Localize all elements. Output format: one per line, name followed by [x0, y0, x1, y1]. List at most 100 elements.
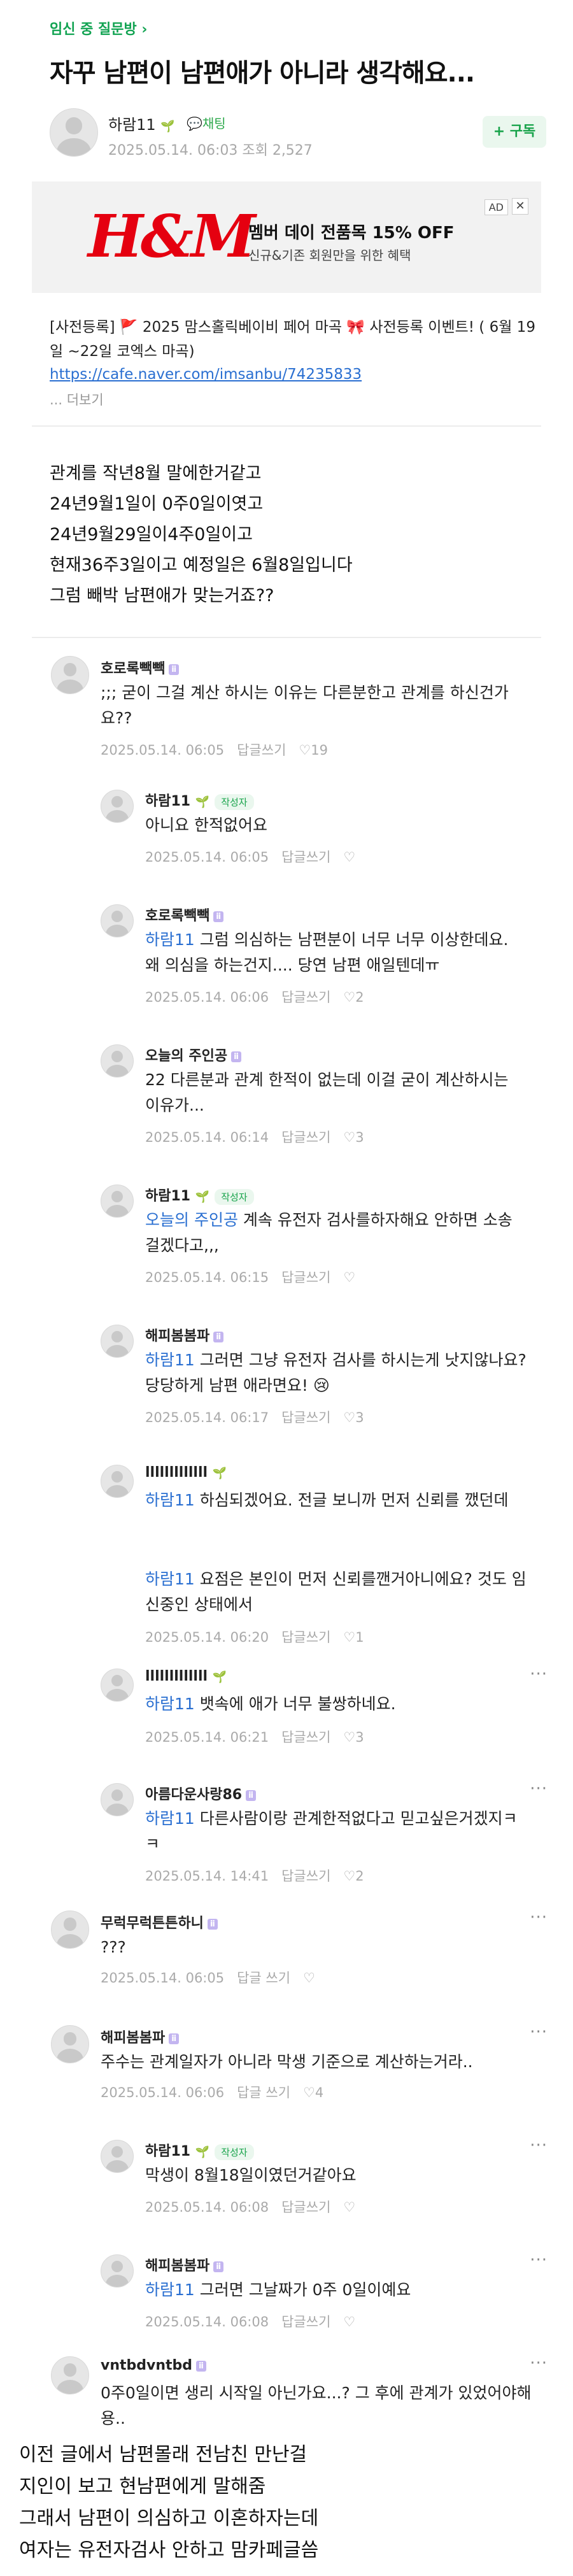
comment-text: 0주0일이면 생리 시작일 아닌가요...? 그 후에 관계가 있었어야해용.. [101, 2384, 532, 2428]
like-button[interactable]: ♡ [303, 1970, 315, 1986]
comment-author[interactable]: 호로록빽빽 ⅱ [145, 904, 224, 925]
comment-author[interactable]: vntbdvntbd ⅱ [101, 2358, 206, 2373]
reply-button[interactable]: 답글 쓰기 [237, 1970, 290, 1986]
ad-banner[interactable]: H&M 멤버 데이 전품목 15% OFF 신규&기존 회원만을 위한 혜택 A… [32, 181, 541, 293]
author-badge: 작성자 [215, 2144, 254, 2160]
commenter-avatar[interactable] [101, 1783, 134, 1816]
more-button[interactable]: ... 더보기 [50, 390, 104, 409]
like-button[interactable]: ♡2 [343, 990, 364, 1005]
comment-text: 하람11 하심되겠어요. 전글 보니까 먼저 신뢰를 깼던데 [145, 1491, 509, 1509]
comment-meta: 2025.05.14. 06:08 답글쓰기 ♡ [145, 2200, 356, 2215]
category-link[interactable]: 임신 중 질문방 › [50, 18, 147, 38]
comment-meta: 2025.05.14. 06:05 답글 쓰기 ♡ [101, 1970, 315, 1986]
reply-button[interactable]: 답글쓰기 [281, 1270, 330, 1285]
comment-meta: 2025.05.14. 06:08 답글쓰기 ♡ [145, 2314, 356, 2330]
comment-meta: 2025.05.14. 06:21 답글쓰기 ♡3 [145, 1730, 364, 1745]
like-button[interactable]: ♡ [343, 2200, 355, 2215]
comment-author[interactable]: 해피봄봄파 ⅱ [145, 1325, 224, 1345]
commenter-avatar[interactable] [101, 904, 134, 937]
post-body: 관계를 작년8월 말에한거같고 24년9월1일이 0주0일이엿고 24년9월29… [50, 459, 546, 611]
caption-line: 그래서 남편이 의심하고 이혼하자는데 [19, 2507, 319, 2530]
more-options-icon[interactable]: ··· [530, 1908, 548, 1927]
commenter-avatar[interactable] [51, 2356, 89, 2395]
mention[interactable]: 오늘의 주인공 [145, 1211, 238, 1229]
commenter-avatar[interactable] [101, 790, 134, 823]
reply-button[interactable]: 답글쓰기 [281, 850, 330, 865]
body-line: 24년9월1일이 0주0일이엿고 [50, 494, 264, 514]
reply-button[interactable]: 답글쓰기 [281, 1410, 330, 1425]
notice-link[interactable]: https://cafe.naver.com/imsanbu/74235833 [50, 366, 362, 383]
notice-text[interactable]: [사전등록] 🚩 2025 맘스홀릭베이비 페어 마곡 🎀 사전등록 이벤트! … [50, 315, 546, 364]
reply-button[interactable]: 답글쓰기 [281, 1730, 330, 1745]
comment-author[interactable]: 오늘의 주인공 ⅱ [145, 1044, 242, 1065]
commenter-avatar[interactable] [101, 1044, 134, 1078]
member-badge: ⅱ [213, 1331, 224, 1342]
commenter-avatar[interactable] [51, 1911, 89, 1949]
reply-button[interactable]: 답글쓰기 [237, 743, 286, 758]
more-options-icon[interactable]: ··· [530, 2251, 548, 2270]
comment-meta: 2025.05.14. 06:20 답글쓰기 ♡1 [145, 1630, 364, 1645]
comment-author[interactable]: 해피봄봄파 ⅱ [101, 2026, 180, 2047]
like-button[interactable]: ♡19 [299, 743, 328, 758]
like-button[interactable]: ♡1 [343, 1630, 364, 1645]
commenter-avatar[interactable] [101, 2254, 134, 2288]
mention[interactable]: 하람11 [145, 1491, 195, 1509]
subscribe-button[interactable]: + 구독 [483, 116, 546, 148]
comment-meta: 2025.05.14. 06:15 답글쓰기 ♡ [145, 1270, 356, 1285]
mention[interactable]: 하람11 [145, 1809, 195, 1828]
like-button[interactable]: ♡3 [343, 1130, 364, 1145]
like-button[interactable]: ♡2 [343, 1868, 364, 1884]
like-button[interactable]: ♡ [343, 2314, 355, 2330]
comment-author[interactable]: 해피봄봄파 ⅱ [145, 2254, 224, 2275]
reply-button[interactable]: 답글쓰기 [281, 1630, 330, 1645]
comment-author[interactable]: lllllllllllll 🌱 [145, 1669, 227, 1684]
body-line: 24년9월29일이4주0일이고 [50, 525, 253, 544]
mention[interactable]: 하람11 [145, 1695, 195, 1713]
more-options-icon[interactable]: ··· [530, 2354, 548, 2373]
like-button[interactable]: ♡ [343, 850, 355, 865]
like-button[interactable]: ♡ [343, 1270, 355, 1285]
more-options-icon[interactable]: ··· [530, 2023, 548, 2042]
mention[interactable]: 하람11 [145, 930, 195, 949]
more-options-icon[interactable]: ··· [530, 1779, 548, 1798]
comment-meta: 2025.05.14. 06:06 답글쓰기 ♡2 [145, 990, 364, 1005]
commenter-avatar[interactable] [101, 1185, 134, 1218]
comment-author[interactable]: 무럭무럭튼튼하니 ⅱ [101, 1912, 218, 1932]
commenter-avatar[interactable] [101, 1325, 134, 1358]
comment-author[interactable]: 아름다운사랑86 ⅱ [145, 1783, 256, 1804]
reply-button[interactable]: 답글쓰기 [281, 1868, 330, 1884]
reply-button[interactable]: 답글쓰기 [281, 2314, 330, 2330]
commenter-avatar[interactable] [51, 656, 89, 694]
comment-meta: 2025.05.14. 06:05 답글쓰기 ♡19 [101, 743, 328, 758]
reply-button[interactable]: 답글쓰기 [281, 2200, 330, 2215]
ad-close-icon[interactable]: ✕ [512, 198, 528, 215]
author-avatar[interactable] [50, 108, 98, 157]
mention[interactable]: 하람11 [145, 2281, 195, 2299]
mention[interactable]: 하람11 [145, 1570, 195, 1588]
reply-button[interactable]: 답글 쓰기 [237, 2085, 290, 2100]
more-options-icon[interactable]: ··· [530, 1665, 548, 1684]
more-options-icon[interactable]: ··· [530, 2136, 548, 2155]
like-button[interactable]: ♡3 [343, 1410, 364, 1425]
mention[interactable]: 하람11 [145, 1351, 195, 1369]
like-button[interactable]: ♡4 [303, 2085, 323, 2100]
comment-author[interactable]: 호로록빽빽 ⅱ [101, 657, 180, 678]
caption-line: 지인이 보고 현남편에게 말해줌 [19, 2475, 266, 2498]
comment-author[interactable]: 하람11 🌱 작성자 [145, 2140, 254, 2160]
commenter-avatar[interactable] [101, 1669, 134, 1702]
page-title: 자꾸 남편이 남편애가 아니라 생각해요... [50, 59, 475, 88]
commenter-avatar[interactable] [51, 2025, 89, 2063]
post-meta: 2025.05.14. 06:03 조회 2,527 [108, 143, 313, 159]
comment-author[interactable]: 하람11 🌱 작성자 [145, 1185, 254, 1205]
like-button[interactable]: ♡3 [343, 1730, 364, 1745]
author-name[interactable]: 하람11 🌱 [108, 112, 175, 134]
comment-text: 하람11 요점은 본인이 먼저 신뢰를깬거아니에요? 것도 임신중인 상태에서 [145, 1570, 527, 1614]
reply-button[interactable]: 답글쓰기 [281, 990, 330, 1005]
comment-author[interactable]: 하람11 🌱 작성자 [145, 790, 254, 810]
comment-text: 22 다른분과 관계 한적이 없는데 이걸 굳이 계산하시는 이유가... [145, 1071, 509, 1114]
commenter-avatar[interactable] [101, 1465, 134, 1498]
chat-button[interactable]: 💬채팅 [187, 113, 226, 132]
comment-author[interactable]: lllllllllllll 🌱 [145, 1465, 227, 1481]
commenter-avatar[interactable] [101, 2140, 134, 2173]
reply-button[interactable]: 답글쓰기 [281, 1130, 330, 1145]
